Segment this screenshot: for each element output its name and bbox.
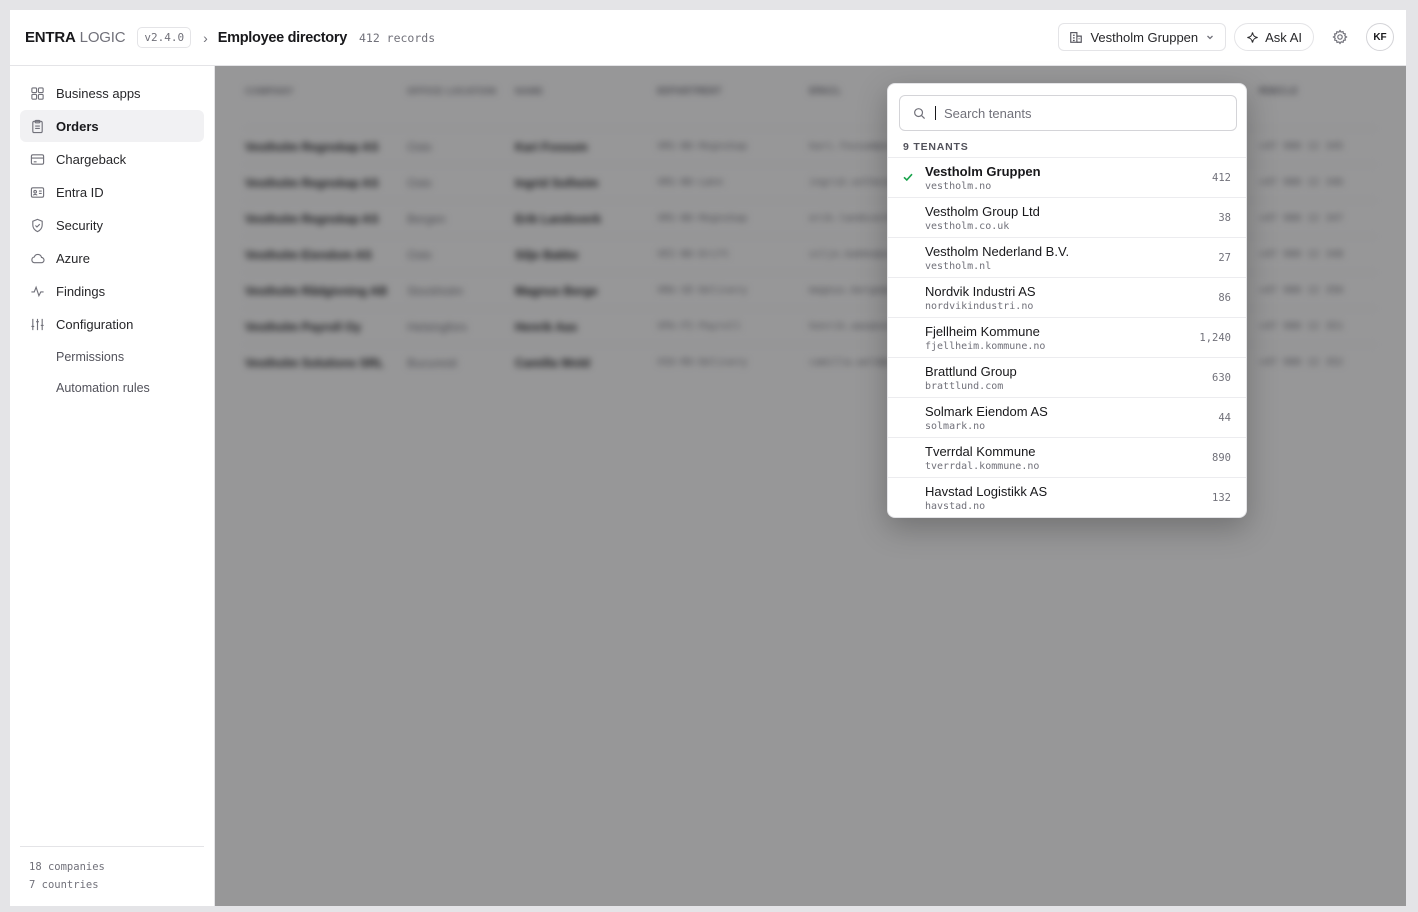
- sidebar-nav: Business apps Orders Chargeback Entra ID…: [10, 66, 214, 414]
- tenant-name: Brattlund Group: [925, 364, 1017, 379]
- sidebar-item-findings[interactable]: Findings: [20, 275, 204, 307]
- sidebar-item-label: Configuration: [56, 316, 134, 332]
- shield-icon: [32, 218, 43, 232]
- sidebar-item-label: Security: [56, 217, 103, 233]
- tenant-name: Solmark Eiendom AS: [925, 404, 1048, 419]
- chevron-down-icon: [1207, 35, 1214, 40]
- tenant-name: Tverrdal Kommune: [925, 444, 1036, 459]
- tenant-domain: fjellheim.kommune.no: [925, 341, 1046, 352]
- tenant-user-count: 890: [1212, 452, 1231, 464]
- tenant-user-count: 132: [1212, 492, 1231, 504]
- page-title: Employee directory: [217, 29, 347, 46]
- tenant-option[interactable]: Vestholm Nederland B.V. vestholm.nl 27: [888, 237, 1246, 277]
- sidebar-item-business-apps[interactable]: Business apps: [20, 77, 204, 109]
- ask-ai-label: Ask AI: [1265, 29, 1302, 45]
- sidebar-item-label: Findings: [56, 283, 106, 299]
- sidebar-item-configuration[interactable]: Configuration: [20, 308, 204, 340]
- logo-part2: LOGIC: [79, 29, 126, 46]
- tenant-option[interactable]: Brattlund Group brattlund.com 630: [888, 357, 1246, 397]
- tenant-option[interactable]: Havstad Logistikk AS havstad.no 132: [888, 477, 1246, 517]
- sidebar-item-label: Chargeback: [56, 151, 127, 167]
- tenant-option[interactable]: Vestholm Group Ltd vestholm.co.uk 38: [888, 197, 1246, 237]
- clipboard-icon: [32, 119, 43, 133]
- logo-part1: ENTRA: [25, 29, 76, 46]
- tenant-user-count: 86: [1218, 292, 1231, 304]
- sparkle-icon: [1247, 31, 1258, 43]
- tenant-domain: tverrdal.kommune.no: [925, 461, 1040, 472]
- tenant-list: Vestholm Gruppen vestholm.no 412 Vestholm G…: [888, 157, 1246, 517]
- tenant-dropdown: 9 TENANTS Vestholm Gruppen vestholm.no 412…: [887, 83, 1247, 518]
- tenant-domain: brattlund.com: [925, 381, 1004, 392]
- tenant-count-label: 9 TENANTS: [903, 141, 969, 153]
- grid-icon: [31, 86, 44, 100]
- check-icon: [903, 173, 913, 182]
- sidebar: Business apps Orders Chargeback Entra ID…: [10, 66, 215, 906]
- tenant-selector-button[interactable]: Vestholm Gruppen: [1058, 23, 1227, 51]
- tenant-search-input[interactable]: [944, 105, 1204, 121]
- tenant-domain: havstad.no: [925, 501, 986, 512]
- tenant-option[interactable]: Fjellheim Kommune fjellheim.kommune.no 1,2…: [888, 317, 1246, 357]
- app-window: ENTRA LOGIC v2.4.0 › Employee directory …: [9, 9, 1407, 907]
- sidebar-subitem-permissions[interactable]: Permissions: [20, 341, 204, 372]
- tenant-domain: solmark.no: [925, 421, 986, 432]
- sidebar-footer: 18 companies 7 countries: [20, 846, 204, 906]
- sidebar-subitem-automation-rules[interactable]: Automation rules: [20, 372, 204, 403]
- sidebar-item-label: Entra ID: [56, 184, 104, 200]
- sidebar-item-label: Azure: [56, 250, 90, 266]
- settings-button[interactable]: [1326, 23, 1354, 51]
- tenant-domain: vestholm.co.uk: [925, 221, 1010, 232]
- search-icon: [914, 107, 926, 119]
- sidebar-item-azure[interactable]: Azure: [20, 242, 204, 274]
- breadcrumb-separator: ›: [203, 29, 208, 46]
- countries-count: 7 countries: [29, 879, 99, 891]
- version-badge: v2.4.0: [137, 27, 192, 48]
- tenant-name: Vestholm Group Ltd: [925, 204, 1040, 219]
- tenant-user-count: 412: [1212, 172, 1231, 184]
- sidebar-item-label: Business apps: [56, 85, 141, 101]
- tenant-name: Havstad Logistikk AS: [925, 484, 1048, 499]
- user-avatar[interactable]: KF: [1366, 23, 1394, 51]
- tenant-option[interactable]: Solmark Eiendom AS solmark.no 44: [888, 397, 1246, 437]
- id-card-icon: [30, 186, 45, 198]
- ask-ai-button[interactable]: Ask AI: [1234, 23, 1314, 51]
- sidebar-item-label: Orders: [56, 118, 99, 134]
- activity-icon: [31, 285, 44, 297]
- tenant-name: Fjellheim Kommune: [925, 324, 1040, 339]
- top-bar: ENTRA LOGIC v2.4.0 › Employee directory …: [10, 10, 1406, 66]
- tenant-user-count: 27: [1218, 252, 1231, 264]
- building-icon: [1070, 32, 1083, 43]
- text-cursor: [935, 106, 936, 120]
- sidebar-item-orders[interactable]: Orders: [20, 110, 204, 142]
- tenant-user-count: 1,240: [1199, 332, 1231, 344]
- tenant-user-count: 630: [1212, 372, 1231, 384]
- cloud-icon: [31, 253, 45, 263]
- tenant-domain: vestholm.nl: [925, 261, 992, 272]
- tenant-user-count: 44: [1218, 412, 1231, 424]
- tenant-option[interactable]: Nordvik Industri AS nordvikindustri.no 86: [888, 277, 1246, 317]
- records-count: 412 records: [358, 30, 436, 45]
- tenant-domain: nordvikindustri.no: [925, 301, 1034, 312]
- sidebar-item-chargeback[interactable]: Chargeback: [20, 143, 204, 175]
- tenant-search-field[interactable]: [899, 95, 1237, 131]
- tenant-name: Vestholm Nederland B.V.: [925, 244, 1070, 259]
- sidebar-item-security[interactable]: Security: [20, 209, 204, 241]
- tenant-user-count: 38: [1218, 212, 1231, 224]
- tenant-selector-label: Vestholm Gruppen: [1090, 29, 1199, 45]
- sidebar-item-entra-id[interactable]: Entra ID: [20, 176, 204, 208]
- gear-icon: [1332, 29, 1348, 45]
- tenant-name: Vestholm Gruppen: [925, 164, 1041, 179]
- tenant-domain: vestholm.no: [925, 181, 992, 192]
- credit-card-icon: [30, 153, 45, 165]
- sliders-icon: [31, 318, 44, 330]
- logo[interactable]: ENTRA LOGIC: [25, 29, 126, 46]
- tenant-option[interactable]: Tverrdal Kommune tverrdal.kommune.no 890: [888, 437, 1246, 477]
- companies-count: 18 companies: [29, 861, 105, 873]
- tenant-option[interactable]: Vestholm Gruppen vestholm.no 412: [888, 157, 1246, 197]
- tenant-name: Nordvik Industri AS: [925, 284, 1036, 299]
